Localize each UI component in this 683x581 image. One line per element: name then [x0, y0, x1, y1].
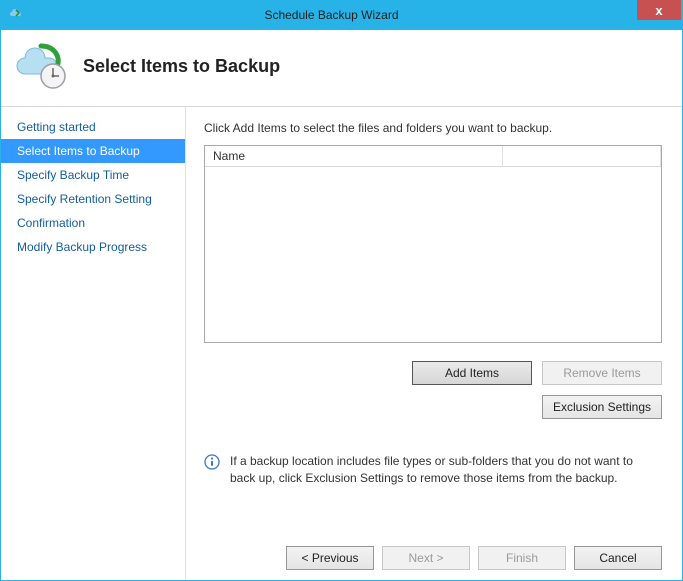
- item-buttons-row: Add Items Remove Items: [204, 361, 662, 385]
- previous-button[interactable]: < Previous: [286, 546, 374, 570]
- next-button: Next >: [382, 546, 470, 570]
- wizard-header: Select Items to Backup: [1, 30, 682, 107]
- wizard-footer-buttons: < Previous Next > Finish Cancel: [204, 528, 662, 570]
- finish-button: Finish: [478, 546, 566, 570]
- page-title: Select Items to Backup: [83, 56, 280, 77]
- close-button[interactable]: x: [637, 0, 681, 20]
- cancel-button[interactable]: Cancel: [574, 546, 662, 570]
- column-header-name[interactable]: Name: [205, 146, 503, 166]
- instruction-text: Click Add Items to select the files and …: [204, 121, 662, 135]
- wizard-header-icon: [11, 40, 75, 92]
- list-header: Name: [205, 146, 661, 167]
- column-header-spacer: [503, 146, 661, 166]
- app-icon: [6, 7, 26, 23]
- sidebar-item-getting-started[interactable]: Getting started: [1, 115, 185, 139]
- items-list[interactable]: Name: [204, 145, 662, 343]
- sidebar-item-progress[interactable]: Modify Backup Progress: [1, 235, 185, 259]
- info-section: If a backup location includes file types…: [204, 453, 662, 487]
- exclusion-settings-button[interactable]: Exclusion Settings: [542, 395, 662, 419]
- main-panel: Click Add Items to select the files and …: [186, 107, 682, 580]
- info-text: If a backup location includes file types…: [230, 453, 658, 487]
- wizard-steps-sidebar: Getting started Select Items to Backup S…: [1, 107, 186, 580]
- window-body: Select Items to Backup Getting started S…: [0, 30, 683, 581]
- sidebar-item-select-items[interactable]: Select Items to Backup: [1, 139, 185, 163]
- add-items-button[interactable]: Add Items: [412, 361, 532, 385]
- sidebar-item-confirmation[interactable]: Confirmation: [1, 211, 185, 235]
- window-title: Schedule Backup Wizard: [26, 8, 637, 22]
- remove-items-button: Remove Items: [542, 361, 662, 385]
- info-icon: [204, 454, 220, 470]
- exclusion-buttons-row: Exclusion Settings: [204, 395, 662, 419]
- content-area: Getting started Select Items to Backup S…: [1, 107, 682, 580]
- sidebar-item-retention[interactable]: Specify Retention Setting: [1, 187, 185, 211]
- sidebar-item-specify-time[interactable]: Specify Backup Time: [1, 163, 185, 187]
- titlebar: Schedule Backup Wizard x: [0, 0, 683, 30]
